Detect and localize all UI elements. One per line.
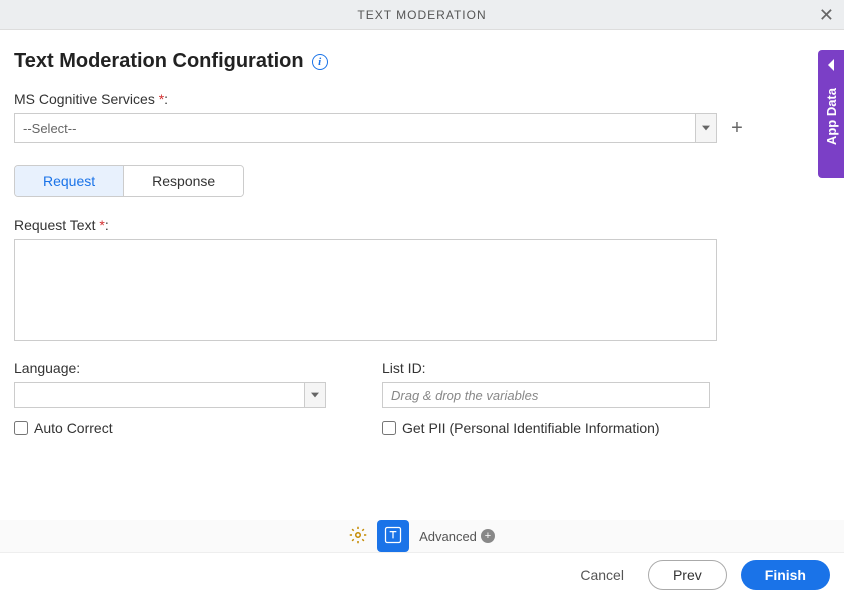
app-data-side-tab[interactable]: App Data bbox=[818, 50, 844, 178]
ms-cognitive-label: MS Cognitive Services *: bbox=[14, 91, 830, 107]
required-marker: * bbox=[99, 217, 104, 233]
auto-correct-text: Auto Correct bbox=[34, 420, 113, 436]
request-text-input[interactable] bbox=[14, 239, 717, 341]
text-moderation-button[interactable] bbox=[377, 520, 409, 552]
gear-icon[interactable] bbox=[349, 526, 367, 547]
language-value bbox=[14, 382, 304, 408]
get-pii-text: Get PII (Personal Identifiable Informati… bbox=[402, 420, 660, 436]
select-value: --Select-- bbox=[14, 113, 695, 143]
content-area: Text Moderation Configuration i MS Cogni… bbox=[0, 30, 844, 436]
advanced-toggle[interactable]: Advanced + bbox=[419, 529, 495, 544]
language-column: Language: bbox=[14, 360, 326, 408]
close-button[interactable]: ✕ bbox=[819, 6, 834, 24]
language-label: Language: bbox=[14, 360, 326, 376]
finish-button[interactable]: Finish bbox=[741, 560, 830, 590]
info-icon[interactable]: i bbox=[312, 54, 328, 70]
ms-cognitive-select[interactable]: --Select-- bbox=[14, 113, 717, 143]
advanced-text: Advanced bbox=[419, 529, 477, 544]
language-select[interactable] bbox=[14, 382, 326, 408]
page-title: Text Moderation Configuration bbox=[14, 50, 304, 73]
get-pii-checkbox-label[interactable]: Get PII (Personal Identifiable Informati… bbox=[382, 420, 660, 436]
auto-correct-checkbox[interactable] bbox=[14, 421, 28, 435]
list-id-input[interactable] bbox=[382, 382, 710, 408]
tabs: Request Response bbox=[14, 165, 244, 197]
footer-buttons: Cancel Prev Finish bbox=[0, 552, 844, 596]
list-id-column: List ID: bbox=[382, 360, 710, 408]
add-button[interactable]: + bbox=[727, 118, 747, 138]
cancel-button[interactable]: Cancel bbox=[570, 561, 634, 589]
side-tab-label: App Data bbox=[824, 88, 839, 145]
text-icon bbox=[383, 525, 403, 548]
chevron-down-icon[interactable] bbox=[695, 113, 717, 143]
plus-circle-icon: + bbox=[481, 529, 495, 543]
ms-cognitive-row: --Select-- + bbox=[14, 113, 830, 143]
list-id-label: List ID: bbox=[382, 360, 710, 376]
prev-button[interactable]: Prev bbox=[648, 560, 727, 590]
close-icon: ✕ bbox=[819, 5, 834, 25]
checkbox-row: Auto Correct Get PII (Personal Identifia… bbox=[14, 420, 830, 436]
modal-header: TEXT MODERATION ✕ bbox=[0, 0, 844, 30]
page-heading-row: Text Moderation Configuration i bbox=[14, 50, 830, 73]
request-text-label: Request Text *: bbox=[14, 217, 830, 233]
auto-correct-checkbox-label[interactable]: Auto Correct bbox=[14, 420, 326, 436]
modal-title: TEXT MODERATION bbox=[357, 8, 486, 22]
two-column-row: Language: List ID: bbox=[14, 360, 830, 408]
tab-response[interactable]: Response bbox=[124, 166, 243, 196]
chevron-left-icon bbox=[826, 58, 836, 74]
get-pii-checkbox[interactable] bbox=[382, 421, 396, 435]
required-marker: * bbox=[159, 91, 164, 107]
chevron-down-icon[interactable] bbox=[304, 382, 326, 408]
toolbar-strip: Advanced + bbox=[0, 520, 844, 552]
tab-request[interactable]: Request bbox=[15, 166, 124, 196]
plus-icon: + bbox=[731, 117, 743, 140]
